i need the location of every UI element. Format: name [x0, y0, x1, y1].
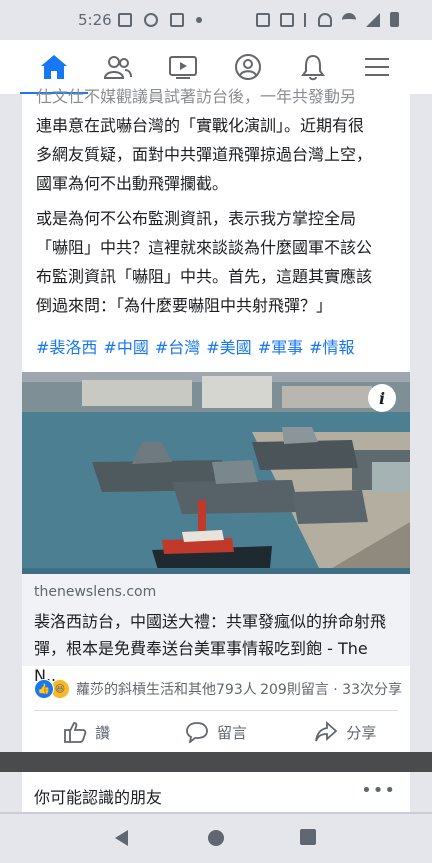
reaction-names[interactable]: 蘿莎的斜槓生活和其他793人	[76, 679, 257, 699]
hashtag-link[interactable]: #美國	[206, 334, 251, 358]
info-icon[interactable]: i	[368, 384, 396, 412]
status-left-icons	[118, 13, 202, 27]
comment-share-stats[interactable]: 209則留言 · 33次分享	[260, 679, 402, 699]
people-you-may-know-card: 你可能認識的朋友 •••	[22, 772, 410, 812]
nav-profile[interactable]	[228, 50, 268, 84]
back-icon[interactable]	[112, 828, 130, 848]
signal-icon	[366, 12, 380, 27]
post-text-line: 倒過來問：「為什麼要嚇阻中共射飛彈？」	[36, 296, 333, 315]
hashtag-link[interactable]: #裴洛西	[36, 334, 97, 358]
hashtag-list: #裴洛西 #中國 #台灣 #美國 #軍事 #情報	[36, 334, 355, 358]
comment-button[interactable]: 留言	[151, 712, 280, 752]
dot-icon	[196, 17, 202, 23]
profile-icon	[235, 54, 261, 80]
bluetooth-icon	[304, 12, 308, 27]
post-text-line: 或是為何不公布監測資訊，表示我方掌控全局	[36, 209, 357, 228]
wifi-icon	[342, 12, 356, 27]
home-button-icon[interactable]	[206, 828, 226, 848]
mute-icon	[318, 12, 332, 27]
hashtag-link[interactable]: #情報	[309, 334, 354, 358]
post-text-line: 布監測資訊「嚇阻」中共。首先，這題其實應該	[36, 267, 373, 286]
hashtag-link[interactable]: #軍事	[258, 334, 303, 358]
status-right-icons	[256, 12, 399, 27]
nav-home[interactable]	[20, 50, 88, 95]
post-card: 仕文仕不媒觀議員試著訪台後，一年共發動另 連串意在武嚇台灣的「實戰化演訓」。近期…	[22, 87, 410, 752]
hashtag-link[interactable]: #中國	[103, 334, 148, 358]
status-bar: 5:26	[0, 0, 432, 40]
post-text-line: 仕文仕不媒觀議員試著訪台後，一年共發動另	[36, 87, 357, 106]
post-text-paragraph: 或是為何不公布監測資訊，表示我方掌控全局 「嚇阻」中共？這裡就來談談為什麼國軍不…	[36, 204, 408, 320]
screenshot-icon	[256, 12, 270, 27]
hamburger-menu-icon	[365, 58, 389, 76]
link-title: 裴洛西訪台，中國送大禮：共軍發瘋似的拚命射飛 彈，根本是免費奉送台美軍事情報吃到…	[34, 608, 400, 689]
comment-label: 留言	[216, 723, 247, 742]
sync-icon	[144, 13, 158, 27]
nav-notifications[interactable]	[293, 50, 333, 84]
harbor-photo	[22, 372, 410, 574]
bell-icon	[301, 54, 325, 81]
recents-icon[interactable]	[299, 828, 317, 846]
nav-menu[interactable]	[357, 50, 397, 84]
post-actions: 讚 留言 分享	[22, 712, 410, 752]
link-domain: thenewslens.com	[34, 584, 157, 600]
share-button[interactable]: 分享	[281, 712, 410, 752]
link-title-line: 裴洛西訪台，中國送大禮：共軍發瘋似的拚命射飛	[34, 612, 387, 631]
like-label: 讚	[95, 723, 111, 742]
battery-icon	[390, 12, 399, 27]
pymk-title: 你可能認識的朋友	[34, 788, 163, 807]
feed-separator	[0, 752, 432, 772]
android-icon	[118, 13, 132, 27]
link-preview-image[interactable]: i	[22, 372, 410, 574]
status-time: 5:26	[78, 11, 112, 29]
home-icon	[41, 55, 67, 79]
post-text-top: 仕文仕不媒觀議員試著訪台後，一年共發動另 連串意在武嚇台灣的「實戰化演訓」。近期…	[36, 82, 408, 198]
nav-watch[interactable]	[163, 50, 203, 84]
nav-friends[interactable]	[98, 50, 138, 84]
comment-icon	[186, 722, 208, 743]
left-margin	[0, 94, 22, 752]
post-text-line: 多網友質疑，面對中共彈道飛彈掠過台灣上空，	[36, 145, 373, 164]
post-text-line: 「嚇阻」中共？這裡就來談談為什麼國軍不該公	[36, 238, 373, 257]
divider	[34, 710, 398, 711]
like-reaction-icon: 👍	[34, 679, 54, 699]
system-nav-bar	[0, 814, 432, 863]
more-options-icon[interactable]: •••	[361, 780, 396, 801]
watch-icon	[169, 56, 197, 79]
friends-icon	[103, 56, 132, 79]
share-label: 分享	[346, 723, 377, 742]
post-text-line: 連串意在武嚇台灣的「實戰化演訓」。近期有很	[36, 116, 365, 135]
hashtag-link[interactable]: #台灣	[155, 334, 200, 358]
post-text-line: 國軍為何不出動飛彈攔截。	[36, 174, 229, 193]
like-button[interactable]: 讚	[22, 712, 151, 752]
right-margin	[410, 94, 432, 752]
thumbs-up-icon	[64, 722, 87, 743]
share-icon	[315, 721, 338, 742]
android-icon	[170, 13, 184, 27]
reactions-summary[interactable]: 👍 😆 蘿莎的斜槓生活和其他793人 209則留言 · 33次分享	[34, 678, 402, 700]
cast-icon	[280, 12, 294, 27]
link-preview[interactable]: thenewslens.com 裴洛西訪台，中國送大禮：共軍發瘋似的拚命射飛 彈…	[22, 574, 410, 685]
